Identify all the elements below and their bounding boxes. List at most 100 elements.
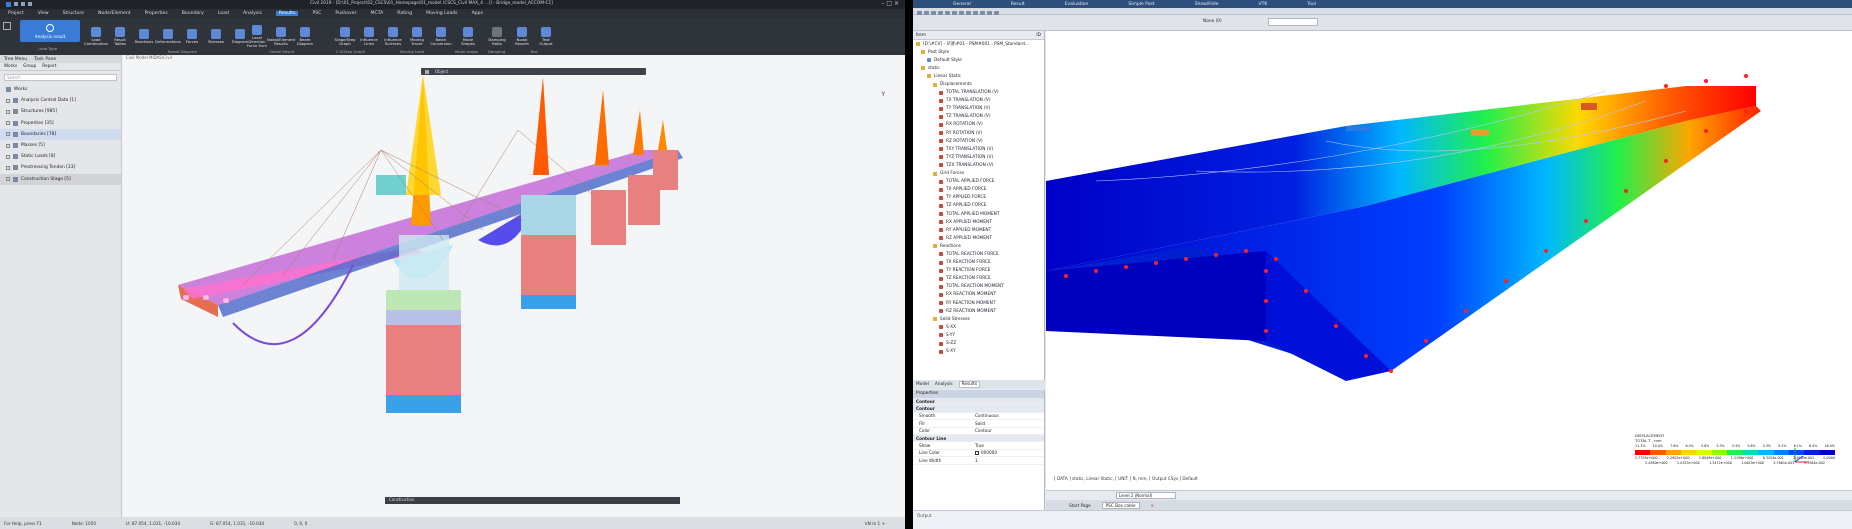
- menu-pushover[interactable]: Pushover: [335, 11, 356, 16]
- menu-psc[interactable]: PSC: [312, 11, 321, 16]
- tree-row-result[interactable]: TX REACTION FORCE: [913, 259, 1044, 267]
- menu-view[interactable]: View: [38, 11, 49, 16]
- prop-section-contour-line[interactable]: Contour Line: [913, 434, 1044, 443]
- rtab-show-hide[interactable]: Show/Hide: [1195, 2, 1219, 7]
- tree-row-result[interactable]: TXY TRANSLATION (V): [913, 145, 1044, 153]
- prop-value[interactable]: Contour: [975, 428, 992, 433]
- prop-value[interactable]: True: [975, 443, 984, 448]
- tree-row-result[interactable]: S-XY: [913, 348, 1044, 356]
- rtab-general[interactable]: General: [953, 2, 971, 7]
- tree-row-result[interactable]: TZ TRANSLATION (V): [913, 113, 1044, 121]
- deformations-button[interactable]: Deformations: [155, 29, 181, 44]
- tree-row-result[interactable]: RX ROTATION (V): [913, 121, 1044, 129]
- tree-item-masses[interactable]: Masses [5]: [0, 140, 121, 151]
- tree-row-result[interactable]: TX TRANSLATION (V): [913, 97, 1044, 105]
- damping-ratio-button[interactable]: Damping Ratio: [486, 27, 508, 46]
- level-input[interactable]: Level 2 (Normal): [1116, 492, 1176, 499]
- color-swatch-icon[interactable]: [975, 450, 979, 455]
- window-controls[interactable]: – □ ×: [881, 0, 899, 7]
- tree-item-boundaries[interactable]: Boundaries [78]: [0, 128, 121, 140]
- tree-item-analysis-control[interactable]: Analysis Control Data [1]: [0, 95, 121, 106]
- rtab-simple-post[interactable]: Simple Post: [1128, 2, 1154, 7]
- prop-smooth[interactable]: Smooth Continuous: [913, 413, 1044, 421]
- tab-task-pane[interactable]: Task Pane: [34, 57, 56, 62]
- tree-row-result[interactable]: TY APPLIED FORCE: [913, 194, 1044, 202]
- result-tables-button[interactable]: Result Tables: [109, 27, 131, 46]
- menu-apps[interactable]: Apps: [472, 11, 483, 16]
- tree-item-construction-stage[interactable]: Construction Stage [5]: [0, 173, 121, 185]
- tree-row-result[interactable]: RZ ROTATION (V): [913, 137, 1044, 145]
- tree-row-reactions[interactable]: Reactions: [913, 242, 1044, 250]
- tree-item-prestressing-tendon[interactable]: Prestressing Tendon [23]: [0, 162, 121, 173]
- menu-results[interactable]: Results: [275, 11, 299, 16]
- undo-icon[interactable]: [21, 2, 25, 6]
- prop-value[interactable]: Solid: [975, 421, 985, 426]
- batch-conversion-button[interactable]: Batch Conversion: [430, 27, 452, 46]
- tree-row-result[interactable]: S-ZZ: [913, 339, 1044, 347]
- expand-icon[interactable]: [6, 177, 10, 182]
- tree-row-result[interactable]: TY REACTION FORCE: [913, 267, 1044, 275]
- construction-stage-slider[interactable]: Construction: [385, 497, 680, 504]
- tree-item-properties[interactable]: Properties [35]: [0, 118, 121, 129]
- tree-row-result[interactable]: TZ APPLIED FORCE: [913, 202, 1044, 210]
- tree-row-linear-static[interactable]: Linear Static: [913, 72, 1044, 80]
- menu-structure[interactable]: Structure: [63, 11, 84, 16]
- tree-row-result[interactable]: RZ REACTION MOMENT: [913, 307, 1044, 315]
- menu-mcta[interactable]: MCTA: [371, 11, 384, 16]
- influence-surfaces-button[interactable]: Influence Surfaces: [382, 27, 404, 46]
- tree-row-default-style[interactable]: Default Style: [913, 56, 1044, 64]
- menu-project[interactable]: Project: [8, 11, 24, 16]
- tree-row-static[interactable]: static: [913, 64, 1044, 72]
- tree-row-grid-forces[interactable]: Grid Forces: [913, 170, 1044, 178]
- analysis-result-button[interactable]: Analysis result: [20, 20, 80, 42]
- subtab-report[interactable]: Report: [42, 64, 56, 69]
- tree-row-result[interactable]: TYZ TRANSLATION (V): [913, 153, 1044, 161]
- save-icon[interactable]: [14, 2, 18, 6]
- nodal-results-text-button[interactable]: Nodal Results: [511, 27, 533, 46]
- menu-analysis[interactable]: Analysis: [243, 11, 262, 16]
- close-tab-icon[interactable]: ×: [1148, 503, 1158, 508]
- load-combination-button[interactable]: Load Combination: [84, 27, 108, 46]
- expand-icon[interactable]: [6, 121, 10, 126]
- tab-analysis[interactable]: Analysis: [935, 382, 953, 387]
- forces-button[interactable]: Forces: [181, 29, 203, 44]
- tree-row-result[interactable]: TY TRANSLATION (V): [913, 105, 1044, 113]
- expand-icon[interactable]: [6, 109, 10, 114]
- fea-result-viewport[interactable]: DISPLACEMENT TOTAL T , mm 11.3% 10.0% 7.6…: [1046, 31, 1852, 498]
- prop-fill[interactable]: Fill Solid: [913, 420, 1044, 428]
- rtab-vtk[interactable]: VTK: [1259, 2, 1268, 7]
- menu-properties[interactable]: Properties: [145, 11, 168, 16]
- doc-tab-psc-box-cable[interactable]: PSC Box cable: [1101, 501, 1140, 509]
- tree-row-result[interactable]: TOTAL REACTION MOMENT: [913, 283, 1044, 291]
- tree-row-result[interactable]: TOTAL TRANSLATION (V): [913, 89, 1044, 97]
- tree-search-input[interactable]: Search: [4, 74, 117, 81]
- beam-diagram-button[interactable]: Beam Diagram: [294, 27, 316, 46]
- tree-item-structures[interactable]: Structures [985]: [0, 106, 121, 117]
- model-viewport[interactable]: Civil Model MIDAS/Civil Object Y Constru…: [123, 55, 905, 517]
- menu-moving-loads[interactable]: Moving Loads: [426, 11, 457, 16]
- menu-load[interactable]: Load: [218, 11, 229, 16]
- ribbon-nav-icon[interactable]: [3, 22, 11, 30]
- tab-model[interactable]: Model: [916, 382, 929, 387]
- menu-boundary[interactable]: Boundary: [182, 11, 204, 16]
- local-direction-force-sum-button[interactable]: Local Direction Force Sum: [246, 25, 268, 48]
- stage-step-graph-button[interactable]: Stage/Step Graph: [334, 27, 356, 46]
- prop-color[interactable]: Color Contour: [913, 428, 1044, 435]
- expand-icon[interactable]: [6, 132, 10, 137]
- prop-section-contour-sub[interactable]: Contour: [913, 405, 1044, 413]
- expand-icon[interactable]: [6, 165, 10, 170]
- expand-icon[interactable]: [6, 154, 10, 159]
- redo-icon[interactable]: [28, 2, 32, 6]
- reactions-button[interactable]: Reactions: [133, 29, 155, 44]
- tree-row-result[interactable]: RY REACTION MOMENT: [913, 299, 1044, 307]
- influence-lines-button[interactable]: Influence Lines: [358, 27, 380, 46]
- expand-icon[interactable]: [6, 143, 10, 148]
- stresses-button[interactable]: Stresses: [205, 29, 227, 44]
- tree-row-result[interactable]: TOTAL APPLIED MOMENT: [913, 210, 1044, 218]
- status-units[interactable]: kN m 1 +: [865, 521, 885, 526]
- tree-row-result[interactable]: TOTAL REACTION FORCE: [913, 250, 1044, 258]
- expand-icon[interactable]: [6, 98, 10, 103]
- tree-item-works[interactable]: Works: [0, 84, 121, 95]
- tree-row-result[interactable]: RX REACTION MOMENT: [913, 291, 1044, 299]
- menu-node-element[interactable]: Node/Element: [98, 11, 131, 16]
